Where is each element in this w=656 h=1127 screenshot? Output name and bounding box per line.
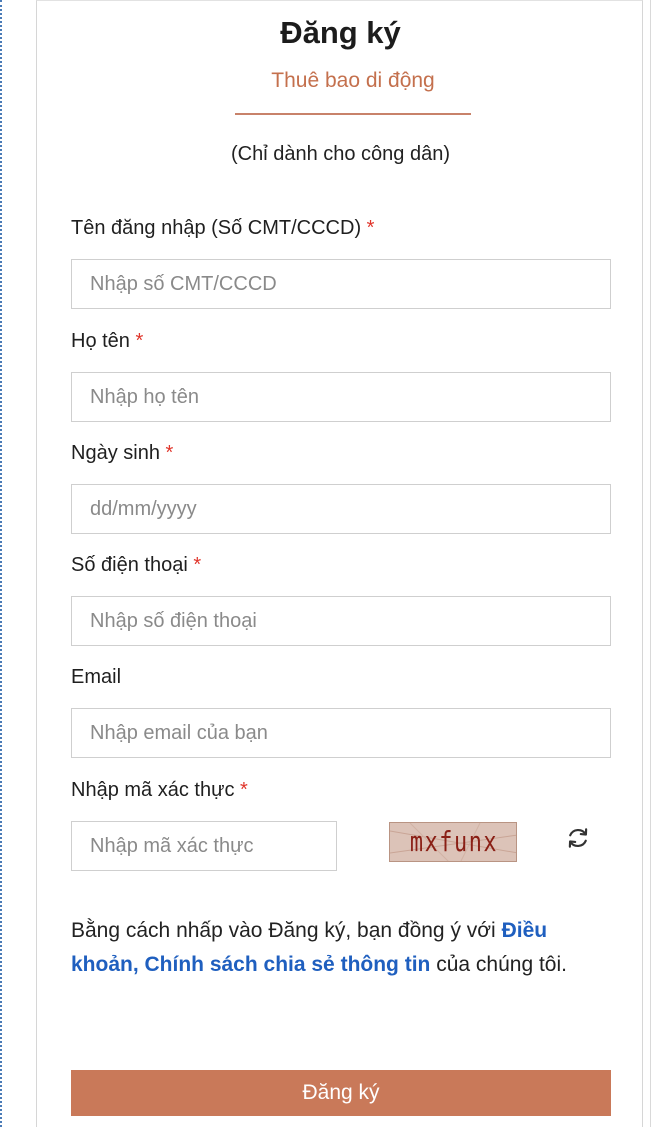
username-label: Tên đăng nhập (Số CMT/CCCD) * <box>71 217 375 239</box>
required-marker: * <box>193 554 202 576</box>
required-marker: * <box>165 442 174 464</box>
required-marker: * <box>240 779 248 801</box>
refresh-icon[interactable] <box>565 825 591 851</box>
terms-notice: Bằng cách nhấp vào Đăng ký, bạn đồng ý v… <box>71 919 567 976</box>
citizen-only-note: (Chỉ dành cho công dân) <box>230 143 451 165</box>
birthdate-label: Ngày sinh * <box>71 442 174 464</box>
username-input[interactable] <box>71 259 611 309</box>
phone-input[interactable] <box>71 596 611 646</box>
email-input[interactable] <box>71 708 611 758</box>
fullname-input[interactable] <box>71 372 611 422</box>
captcha-input[interactable] <box>71 821 337 871</box>
required-marker: * <box>366 217 375 239</box>
register-card: Đăng ký Thuê bao di động (Chỉ dành cho c… <box>36 0 643 1127</box>
right-divider <box>650 0 651 1127</box>
page-title: Đăng ký <box>280 15 401 50</box>
phone-label: Số điện thoại * <box>71 554 202 576</box>
register-button[interactable]: Đăng ký <box>71 1070 611 1116</box>
captcha-image: mxfunx <box>389 822 517 862</box>
tab-mobile-subscriber[interactable]: Thuê bao di động <box>235 69 471 115</box>
email-label: Email <box>71 666 122 688</box>
required-marker: * <box>135 330 144 352</box>
captcha-code: mxfunx <box>409 825 499 858</box>
birthdate-input[interactable] <box>71 484 611 534</box>
left-dotted-border <box>0 0 4 1127</box>
fullname-label: Họ tên * <box>71 330 144 352</box>
captcha-label: Nhập mã xác thực * <box>71 779 248 801</box>
page: Đăng ký Thuê bao di động (Chỉ dành cho c… <box>0 0 656 1127</box>
